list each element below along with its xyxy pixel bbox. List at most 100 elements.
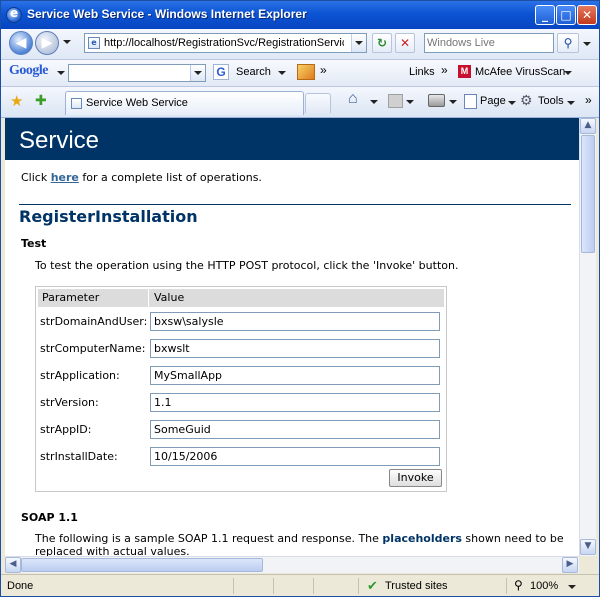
print-dropdown-icon[interactable] [449, 100, 457, 104]
gear-icon: ⚙ [520, 92, 533, 108]
horizontal-scroll-thumb[interactable] [21, 558, 263, 572]
param-label: strDomainAndUser: [40, 315, 148, 328]
str-domain-and-user-input[interactable] [150, 312, 440, 331]
page-icon [71, 98, 82, 109]
mcafee-button[interactable]: McAfee VirusScan [475, 66, 565, 78]
scrollbar-corner [579, 556, 596, 573]
chevron-down-icon [355, 41, 363, 45]
page-banner: Service [5, 118, 579, 160]
add-to-favorites-icon[interactable]: ✚ [35, 92, 47, 109]
str-install-date-input[interactable] [150, 447, 440, 466]
links-chevron-icon[interactable]: » [441, 63, 448, 77]
checkmark-icon: ✔ [367, 578, 378, 593]
forward-button[interactable]: ▶ [35, 31, 59, 55]
security-zone-label: Trusted sites [385, 580, 448, 592]
status-cell [313, 578, 358, 594]
google-search-options-icon[interactable] [278, 71, 286, 75]
scroll-left-button[interactable]: ◀ [5, 557, 21, 573]
scroll-down-button[interactable]: ▼ [580, 539, 596, 555]
form-header: Parameter Value [38, 289, 444, 307]
title-bar[interactable]: Service Web Service - Windows Internet E… [1, 1, 599, 29]
str-computer-name-input[interactable] [150, 339, 440, 358]
feeds-dropdown-icon[interactable] [406, 100, 414, 104]
stop-button[interactable]: ✕ [395, 33, 415, 53]
toolbar-more-chevron-icon[interactable]: » [320, 63, 327, 77]
refresh-icon: ↻ [376, 36, 388, 50]
scroll-right-button[interactable]: ▶ [562, 557, 578, 573]
test-heading: Test [21, 237, 47, 250]
tab-label: Service Web Service [86, 97, 188, 109]
address-url: http://localhost/RegistrationSvc/Registr… [104, 37, 344, 49]
new-tab-button[interactable] [305, 93, 331, 113]
param-label: strComputerName: [40, 342, 146, 355]
live-search-input[interactable] [427, 35, 551, 51]
str-app-id-input[interactable] [150, 420, 440, 439]
google-search-button[interactable]: Search [236, 66, 271, 78]
google-toolbar: Google G Search » Links » M McAfee Virus… [1, 60, 599, 87]
pagerank-icon[interactable] [297, 64, 315, 80]
address-dropdown-button[interactable] [351, 34, 366, 52]
refresh-button[interactable]: ↻ [372, 33, 392, 53]
str-application-input[interactable] [150, 366, 440, 385]
live-search-field[interactable] [424, 33, 554, 53]
home-dropdown-icon[interactable] [370, 100, 378, 104]
minimize-icon: _ [542, 8, 548, 22]
chevron-down-icon: ▼ [584, 541, 592, 551]
vertical-scroll-thumb[interactable] [581, 135, 595, 253]
address-bar-row: ◀ ▶ e http://localhost/RegistrationSvc/R… [1, 29, 599, 60]
print-icon[interactable] [428, 94, 445, 107]
param-label: strApplication: [40, 369, 120, 382]
param-label: strVersion: [40, 396, 99, 409]
operations-list-link[interactable]: here [51, 171, 79, 184]
operation-title: RegisterInstallation [19, 207, 198, 226]
feeds-icon[interactable] [388, 94, 403, 108]
history-dropdown-icon[interactable] [63, 40, 71, 44]
status-text: Done [7, 580, 34, 592]
google-search-dropdown[interactable] [190, 65, 205, 81]
vertical-scrollbar[interactable]: ▲ ▼ [579, 118, 596, 556]
toolbar-overflow-chevron-icon[interactable]: » [585, 93, 592, 107]
search-button[interactable]: ⚲ [557, 33, 579, 53]
value-column-header: Value [154, 291, 185, 304]
minimize-button[interactable]: _ [535, 5, 555, 25]
close-button[interactable]: ✕ [577, 5, 597, 25]
back-button[interactable]: ◀ [9, 31, 33, 55]
horizontal-scrollbar[interactable]: ◀ ▶ [5, 556, 579, 573]
tools-menu[interactable]: Tools [538, 95, 564, 107]
google-search-input[interactable] [71, 66, 189, 80]
home-icon[interactable]: ⌂ [348, 90, 358, 108]
google-g-icon: G [213, 64, 229, 80]
search-options-dropdown-icon[interactable] [583, 42, 591, 46]
favorites-center-icon[interactable]: ★ [10, 92, 23, 110]
page-title: Service [19, 127, 100, 154]
tools-menu-dropdown-icon[interactable] [567, 101, 575, 105]
chevron-left-icon: ◀ [9, 559, 17, 569]
address-field[interactable]: e http://localhost/RegistrationSvc/Regis… [84, 33, 367, 53]
google-search-field[interactable] [68, 64, 206, 82]
str-version-input[interactable] [150, 393, 440, 412]
links-button[interactable]: Links [409, 66, 435, 78]
scroll-up-button[interactable]: ▲ [580, 118, 596, 134]
intro-text: Click here for a complete list of operat… [21, 171, 262, 184]
zoom-level[interactable]: 100% [530, 580, 558, 592]
section-divider [19, 204, 571, 205]
invoke-button[interactable]: Invoke [389, 469, 442, 487]
google-menu-dropdown-icon[interactable] [57, 71, 65, 75]
invoke-form: Parameter Value strDomainAndUser: strCom… [35, 286, 447, 492]
mcafee-dropdown-icon[interactable] [564, 71, 572, 75]
ie-logo-icon [6, 6, 22, 23]
page-menu-icon [464, 94, 477, 109]
page-menu[interactable]: Page [480, 95, 506, 107]
soap-description: The following is a sample SOAP 1.1 reque… [35, 532, 564, 556]
status-cell [233, 578, 273, 594]
google-logo[interactable]: Google [9, 63, 49, 79]
browser-window: Service Web Service - Windows Internet E… [0, 0, 600, 597]
tab-bar: ★ ✚ Service Web Service ⌂ Page ⚙ Tools » [1, 87, 599, 118]
zoom-dropdown-icon[interactable] [568, 585, 576, 589]
soap-heading: SOAP 1.1 [21, 511, 78, 524]
chevron-up-icon: ▲ [584, 120, 592, 130]
page-menu-dropdown-icon[interactable] [508, 101, 516, 105]
tab-service-web-service[interactable]: Service Web Service [65, 91, 304, 115]
maximize-button[interactable]: □ [556, 5, 576, 25]
status-cell [273, 578, 313, 594]
